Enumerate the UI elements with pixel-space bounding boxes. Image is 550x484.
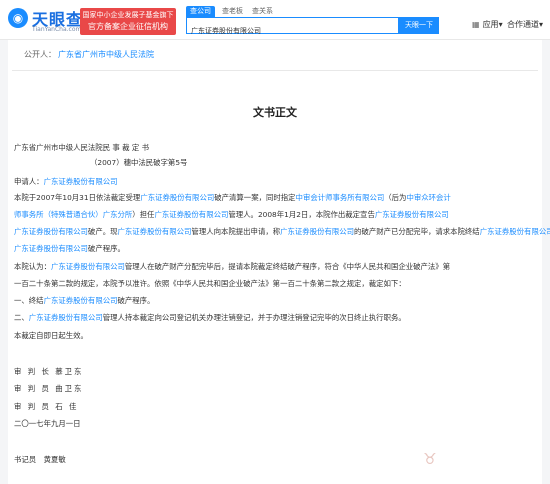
text: 二、 <box>14 313 29 322</box>
text: 管理人持本裁定向公司登记机关办理注销登记，并于办理注销登记完毕的次日终止执行职务… <box>102 313 406 322</box>
clerk: 书记员 黄夏敏 <box>14 455 66 464</box>
paragraph-line: 一百二十条第二款的规定，本院予以准许。依照《中华人民共和国企业破产法》第一百二十… <box>14 279 406 288</box>
judge-3: 审 判 员 石 佳 <box>14 402 79 411</box>
judge-2: 审 判 员 曲卫东 <box>14 384 84 393</box>
nav-apps-label: 应用 <box>482 20 499 29</box>
tab-boss[interactable]: 查老板 <box>218 6 247 17</box>
effective-note: 本裁定自即日起生效。 <box>14 331 88 340</box>
divider <box>12 70 538 71</box>
presiding-judge: 审 判 长 慕卫东 <box>14 367 84 376</box>
watermark-icon: ♉ <box>423 450 437 468</box>
nav-cooperation[interactable]: 合作通道▾ <box>507 18 543 32</box>
document-title: 文书正文 <box>253 106 297 119</box>
text: ）担任 <box>132 210 155 219</box>
court-heading: 广东省广州市中级人民法院民 事 裁 定 书 <box>14 143 150 152</box>
company-link[interactable]: 广东证券股份有限公司 <box>29 313 103 322</box>
chevron-down-icon: ▾ <box>539 20 544 29</box>
search-input[interactable] <box>187 23 398 39</box>
ruling-item-2: 二、广东证券股份有限公司管理人持本裁定向公司登记机关办理注销登记，并于办理注销登… <box>14 313 406 323</box>
nav-cooperation-label: 合作通道 <box>507 20 539 29</box>
chevron-down-icon: ▾ <box>498 20 503 29</box>
company-link[interactable]: 广东证券股份有限公司 <box>280 227 354 236</box>
firm-link[interactable]: 师事务所（特殊普通合伙）广东分所 <box>14 210 132 219</box>
text: 破产程序。 <box>87 244 125 253</box>
text: 破产程序。 <box>117 296 155 305</box>
firm-link[interactable]: 中审众环会计 <box>406 193 450 202</box>
text: 破产清算一案，同时指定 <box>214 193 296 202</box>
company-link[interactable]: 广东证券股份有限公司 <box>44 296 118 305</box>
text: 管理人。2008年1月2日，本院作出裁定宣告 <box>228 210 375 219</box>
paragraph-line: 本院认为：广东证券股份有限公司管理人在破产财产分配完毕后，提请本院裁定终结破产程… <box>14 262 450 272</box>
text: 本院于2007年10月31日依法裁定受理 <box>14 193 141 202</box>
tab-relation[interactable]: 查关系 <box>248 6 277 17</box>
eye-logo-icon: ◉ <box>8 8 28 28</box>
company-link[interactable]: 广东证券股份有限公司 <box>14 227 88 236</box>
text: 破产。现 <box>87 227 118 236</box>
firm-link[interactable]: 中审会计师事务所有限公司 <box>296 193 385 202</box>
nav-apps[interactable]: ▦ 应用▾ <box>472 18 503 32</box>
text: 管理人向本院提出申请，称 <box>191 227 281 236</box>
search-box <box>186 17 399 39</box>
company-link[interactable]: 广东证券股份有限公司 <box>480 227 550 236</box>
company-link[interactable]: 广东证券股份有限公司 <box>118 227 192 236</box>
grid-icon: ▦ <box>472 20 480 29</box>
top-header: ◉ 天眼查 TianYanCha.com 国家中小企业发展子基金旗下 官方备案企… <box>0 0 550 40</box>
applicant-row: 申请人：广东证券股份有限公司 <box>14 177 118 187</box>
search-button[interactable]: 天眼一下 <box>399 17 439 34</box>
ruling-date: 二〇一七年九月一日 <box>14 419 81 428</box>
company-link[interactable]: 广东证券股份有限公司 <box>14 244 88 253</box>
company-link[interactable]: 广东证券股份有限公司 <box>154 210 228 219</box>
company-link[interactable]: 广东证券股份有限公司 <box>375 210 449 219</box>
text: 一、终结 <box>14 296 44 305</box>
logo-domain: TianYanCha.com <box>32 26 82 33</box>
text: （后为 <box>384 193 407 202</box>
announcer-row: 公开人： 广东省广州市中级人民法院 <box>24 49 154 60</box>
paragraph-line: 本院于2007年10月31日依法裁定受理广东证券股份有限公司破产清算一案，同时指… <box>14 193 451 203</box>
paragraph-line: 广东证券股份有限公司破产程序。 <box>14 244 125 254</box>
company-link[interactable]: 广东证券股份有限公司 <box>44 177 118 186</box>
text: 管理人在破产财产分配完毕后，提请本院裁定终结破产程序，符合《中华人民共和国企业破… <box>124 262 451 271</box>
ruling-item-1: 一、终结广东证券股份有限公司破产程序。 <box>14 296 154 306</box>
text: 的破产财产已分配完毕，请求本院终结 <box>354 227 480 236</box>
promo-line-2: 官方备案企业征信机构 <box>88 22 168 31</box>
text: 本院认为： <box>14 262 51 271</box>
paragraph-line: 师事务所（特殊普通合伙）广东分所）担任广东证券股份有限公司管理人。2008年1月… <box>14 210 449 220</box>
announcer-label: 公开人： <box>24 50 56 59</box>
company-link[interactable]: 广东证券股份有限公司 <box>140 193 214 202</box>
case-number: （2007）穗中法民破字第5号 <box>90 158 188 167</box>
announcer-link[interactable]: 广东省广州市中级人民法院 <box>58 50 154 59</box>
company-link[interactable]: 广东证券股份有限公司 <box>51 262 125 271</box>
promo-banner[interactable]: 国家中小企业发展子基金旗下 官方备案企业征信机构 <box>80 8 176 35</box>
promo-line-1: 国家中小企业发展子基金旗下 <box>82 11 174 19</box>
applicant-label: 申请人： <box>14 177 44 186</box>
paragraph-line: 广东证券股份有限公司破产。现广东证券股份有限公司管理人向本院提出申请，称广东证券… <box>14 227 550 237</box>
site-logo[interactable]: ◉ 天眼查 TianYanCha.com <box>8 6 82 36</box>
tab-company[interactable]: 查公司 <box>186 6 215 17</box>
